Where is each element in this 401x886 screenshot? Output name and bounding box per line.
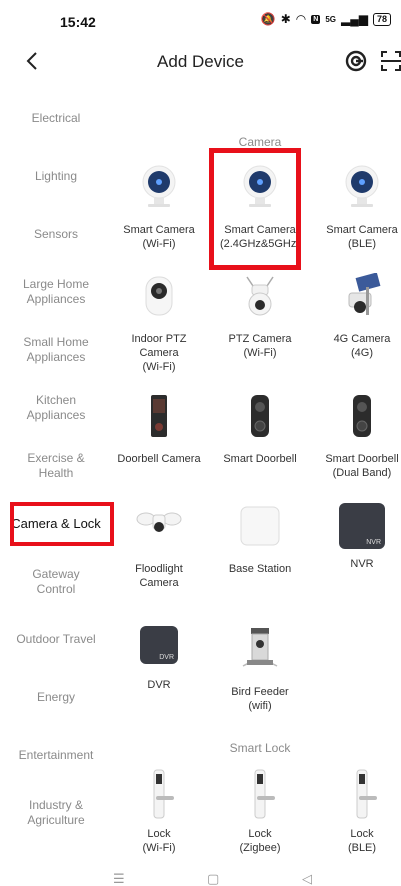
device-dvr[interactable]: DVR DVR [109, 626, 209, 692]
bird-feeder-icon [242, 628, 278, 667]
section-title-smart-lock: Smart Lock [229, 741, 291, 755]
wifi-icon: ◠ [295, 12, 307, 26]
doorbell-camera-icon [151, 395, 167, 437]
battery-indicator: 78 [372, 12, 391, 26]
header: Add Device [0, 42, 401, 82]
device-label: Doorbell Camera [117, 453, 201, 465]
device-label: Smart Camera [123, 224, 195, 236]
page-title: Add Device [157, 52, 244, 71]
device-nvr[interactable]: NVR NVR [312, 503, 401, 571]
nvr-badge: NVR [366, 539, 381, 546]
dvr-icon: DVR [140, 626, 178, 664]
back-nav-icon[interactable]: ◁ [302, 872, 312, 886]
device-4g-camera[interactable]: 4G Camera (4G) [312, 272, 401, 360]
smart-doorbell-icon [353, 395, 371, 437]
indoor-ptz-camera-icon [145, 276, 173, 316]
sidebar-item-sensors[interactable]: Sensors [0, 227, 112, 242]
status-icons: 🔕 ✱ ◠ N 5G ▂▄▆ 78 [261, 12, 391, 26]
bluetooth-icon: ✱ [280, 12, 291, 26]
status-time: 15:42 [60, 14, 96, 30]
status-bar: 15:42 🔕 ✱ ◠ N 5G ▂▄▆ 78 [0, 0, 401, 38]
device-base-station[interactable]: Base Station [210, 503, 310, 576]
device-sublabel: (Wi-Fi) [142, 238, 176, 250]
device-label: DVR [147, 679, 171, 691]
device-sublabel: (wifi) [248, 700, 272, 712]
device-label: Camera [139, 577, 179, 589]
device-label: Indoor PTZ [131, 333, 187, 345]
device-label: 4G Camera [333, 333, 391, 345]
device-sublabel: (Wi-Fi) [142, 361, 176, 373]
device-sublabel: (BLE) [347, 842, 377, 854]
device-lock-ble[interactable]: Lock (BLE) [312, 768, 401, 855]
dvr-badge: DVR [159, 654, 174, 661]
device-label: Smart Camera [326, 224, 398, 236]
device-sublabel: (Zigbee) [239, 842, 281, 854]
device-smart-doorbell[interactable]: Smart Doorbell [210, 393, 310, 466]
device-label: Smart Doorbell [223, 453, 297, 465]
device-smart-camera-ble[interactable]: Smart Camera (BLE) [312, 164, 401, 251]
nvr-icon: NVR [339, 503, 385, 549]
device-label: PTZ Camera [228, 333, 292, 345]
sidebar-item-gateway-control[interactable]: Gateway Control [0, 567, 112, 597]
mute-icon: 🔕 [260, 12, 276, 26]
network-type: 5G [325, 14, 337, 24]
sidebar-item-small-home-appliances[interactable]: Small Home Appliances [0, 335, 112, 365]
device-ptz-camera[interactable]: PTZ Camera (Wi-Fi) [210, 273, 310, 360]
sidebar-item-lighting[interactable]: Lighting [0, 169, 112, 184]
device-sublabel: (Wi-Fi) [243, 347, 277, 359]
device-label: Floodlight [135, 563, 183, 575]
floodlight-camera-icon [136, 512, 182, 532]
device-highlight-box [209, 148, 301, 270]
device-sublabel: (Wi-Fi) [142, 842, 176, 854]
auto-scan-icon[interactable] [343, 48, 369, 74]
device-label: Camera [139, 347, 179, 359]
smart-lock-icon [356, 769, 377, 819]
device-lock-wifi[interactable]: Lock (Wi-Fi) [109, 768, 209, 855]
device-lock-zigbee[interactable]: Lock (Zigbee) [210, 768, 310, 855]
sidebar-item-energy[interactable]: Energy [0, 690, 112, 705]
device-label: Base Station [228, 563, 292, 575]
base-station-icon [240, 506, 280, 546]
device-sublabel: (4G) [351, 347, 373, 359]
smart-lock-icon [254, 769, 275, 819]
4g-camera-icon [348, 272, 381, 315]
device-label: NVR [350, 558, 374, 570]
device-label: Lock [248, 828, 272, 840]
selection-highlight [10, 502, 114, 546]
smart-lock-icon [153, 769, 174, 819]
device-bird-feeder[interactable]: Bird Feeder (wifi) [210, 626, 310, 713]
smart-camera-icon [345, 165, 379, 207]
sidebar-item-large-home-appliances[interactable]: Large Home Appliances [0, 277, 112, 307]
sidebar-item-kitchen-appliances[interactable]: Kitchen Appliances [0, 393, 112, 423]
device-label: Smart Doorbell [325, 453, 399, 465]
qr-scan-icon[interactable] [378, 48, 401, 74]
device-label: Bird Feeder [231, 686, 289, 698]
ptz-camera-icon [246, 276, 274, 316]
sidebar-item-electrical[interactable]: Electrical [0, 111, 112, 126]
sidebar-item-exercise-health[interactable]: Exercise & Health [0, 451, 112, 481]
signal-icon: ▂▄▆ [341, 12, 368, 26]
device-smart-doorbell-dual-band[interactable]: Smart Doorbell (Dual Band) [312, 393, 401, 480]
sidebar-item-entertainment[interactable]: Entertainment [0, 748, 112, 763]
system-nav-bar: ☰ ▢ ◁ [0, 872, 401, 886]
smart-doorbell-icon [251, 395, 269, 437]
device-floodlight-camera[interactable]: Floodlight Camera [109, 503, 209, 590]
menu-icon[interactable]: ☰ [113, 872, 125, 886]
smart-camera-icon [142, 165, 176, 207]
section-title-camera: Camera [238, 135, 282, 149]
device-indoor-ptz-camera[interactable]: Indoor PTZ Camera (Wi-Fi) [109, 273, 209, 374]
home-icon[interactable]: ▢ [207, 872, 219, 886]
device-sublabel: (Dual Band) [332, 467, 392, 479]
nfc-icon: N [311, 14, 321, 24]
device-label: Lock [350, 828, 374, 840]
device-sublabel: (BLE) [347, 238, 377, 250]
sidebar-item-outdoor-travel[interactable]: Outdoor Travel [0, 632, 112, 647]
device-doorbell-camera[interactable]: Doorbell Camera [109, 393, 209, 466]
device-label: Lock [147, 828, 171, 840]
device-smart-camera-wifi[interactable]: Smart Camera (Wi-Fi) [109, 164, 209, 251]
sidebar-item-industry-agriculture[interactable]: Industry & Agriculture [0, 798, 112, 828]
